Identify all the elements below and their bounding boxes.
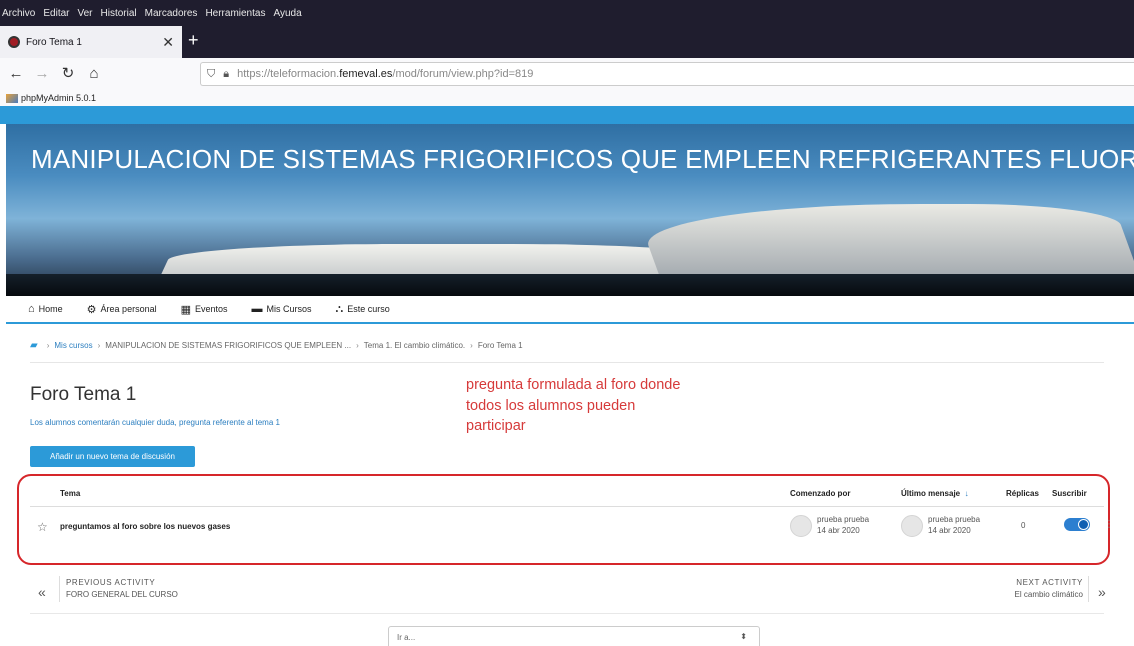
url-domain: femeval.es (339, 68, 393, 80)
jump-to-value: Ir a... (397, 633, 416, 642)
last-post-name[interactable]: prueba prueba (928, 515, 980, 524)
header-topic[interactable]: Tema (60, 489, 80, 498)
nav-este-curso-label: Este curso (347, 304, 390, 314)
next-activity-label[interactable]: NEXT ACTIVITY (1016, 578, 1083, 587)
close-tab-icon[interactable]: ✕ (162, 34, 174, 51)
page-title: Foro Tema 1 (30, 384, 137, 405)
site-navigation: ⌂ Home ⚙ Área personal ▦ Eventos ▬ Mis C… (6, 296, 1134, 324)
next-arrow-icon[interactable]: » (1098, 584, 1106, 600)
menu-ver[interactable]: Ver (77, 8, 92, 19)
star-icon[interactable]: ☆ (37, 520, 48, 534)
home-icon: ⌂ (28, 303, 35, 315)
forum-description: Los alumnos comentarán cualquier duda, p… (30, 418, 280, 427)
menu-marcadores[interactable]: Marcadores (145, 8, 198, 19)
forward-icon[interactable]: → (32, 64, 52, 84)
more-actions-icon[interactable]: ⋮ (1104, 519, 1114, 530)
header-subscribe: Suscribir (1052, 489, 1087, 498)
divider (30, 362, 1104, 363)
dashboard-icon: ⚙ (86, 303, 97, 316)
previous-arrow-icon[interactable]: « (38, 584, 46, 600)
folder-icon[interactable]: ▰ (30, 340, 38, 351)
header-last-post[interactable]: Último mensaje ↓ (901, 489, 969, 498)
url-prefix: https://teleformacion. (237, 68, 340, 80)
sort-down-icon: ↓ (962, 489, 969, 498)
menu-archivo[interactable]: Archivo (2, 8, 35, 19)
next-activity-link[interactable]: El cambio climático (1015, 590, 1083, 599)
nav-area-personal-label: Área personal (100, 304, 157, 314)
divider (30, 613, 1104, 614)
nav-home-label: Home (38, 304, 63, 314)
reload-icon[interactable]: ↻ (58, 64, 78, 84)
divider (59, 576, 60, 602)
table-header-divider (30, 506, 1104, 507)
bookmarks-bar: phpMyAdmin 5.0.1 (0, 90, 1134, 106)
shield-icon[interactable]: ⛉ (207, 68, 215, 81)
divider (1088, 576, 1089, 602)
add-discussion-button[interactable]: Añadir un nuevo tema de discusión (30, 446, 195, 467)
breadcrumb-mis-cursos[interactable]: Mis cursos (54, 341, 92, 350)
breadcrumb-tema-1[interactable]: Tema 1. El cambio climático. (364, 341, 465, 350)
tab-bar: Foro Tema 1 ✕ + (0, 26, 1134, 58)
breadcrumb-separator: › (46, 341, 50, 350)
nav-home[interactable]: ⌂ Home (28, 303, 63, 315)
started-by-name[interactable]: prueba prueba (817, 515, 869, 524)
header-last-post-label: Último mensaje (901, 489, 961, 498)
breadcrumb: ▰ › Mis cursos › MANIPULACION DE SISTEMA… (30, 340, 523, 351)
favicon-icon (8, 36, 20, 48)
header-replies[interactable]: Réplicas (1006, 489, 1039, 498)
breadcrumb-separator: › (356, 341, 359, 350)
menu-historial[interactable]: Historial (101, 8, 137, 19)
navigation-toolbar: ← → ↻ ⌂ ⛉ 🔒︎ https://teleformacion. femev… (0, 58, 1134, 90)
previous-activity-link[interactable]: FORO GENERAL DEL CURSO (66, 590, 178, 599)
calendar-icon: ▦ (180, 303, 191, 316)
nav-mis-cursos[interactable]: ▬ Mis Cursos (252, 303, 312, 315)
banner-top-strip (0, 106, 1134, 124)
breadcrumb-foro-tema-1[interactable]: Foro Tema 1 (478, 341, 523, 350)
phpmyadmin-icon (6, 93, 18, 103)
discussion-topic-link[interactable]: preguntamos al foro sobre los nuevos gas… (60, 522, 230, 531)
course-banner: MANIPULACION DE SISTEMAS FRIGORIFICOS QU… (6, 124, 1134, 296)
nav-eventos[interactable]: ▦ Eventos (181, 303, 228, 316)
url-bar[interactable]: ⛉ 🔒︎ https://teleformacion. femeval.es/mo… (200, 62, 1134, 86)
sitemap-icon: ⛬ (335, 302, 344, 315)
back-icon[interactable]: ← (6, 64, 26, 84)
browser-menu-bar: Archivo Editar Ver Historial Marcadores … (0, 0, 1134, 26)
nav-area-personal[interactable]: ⚙ Área personal (87, 303, 157, 316)
book-image-right (633, 204, 1134, 274)
course-title: MANIPULACION DE SISTEMAS FRIGORIFICOS QU… (31, 144, 1134, 174)
breadcrumb-course[interactable]: MANIPULACION DE SISTEMAS FRIGORIFICOS QU… (105, 341, 351, 350)
menu-herramientas[interactable]: Herramientas (205, 8, 265, 19)
briefcase-icon: ▬ (251, 303, 263, 315)
home-browser-icon[interactable]: ⌂ (84, 64, 104, 84)
bookmark-phpmyadmin[interactable]: phpMyAdmin 5.0.1 (21, 93, 96, 103)
book-image-base (6, 274, 1134, 296)
tab-foro-tema-1[interactable]: Foro Tema 1 ✕ (0, 26, 182, 58)
breadcrumb-separator: › (470, 341, 473, 350)
avatar (901, 515, 923, 537)
menu-ayuda[interactable]: Ayuda (273, 8, 301, 19)
started-by-date: 14 abr 2020 (817, 526, 860, 535)
toggle-knob (1078, 519, 1089, 530)
avatar (790, 515, 812, 537)
header-started-by[interactable]: Comenzado por (790, 489, 850, 498)
nav-eventos-label: Eventos (195, 304, 228, 314)
lock-icon[interactable]: 🔒︎ (223, 68, 229, 81)
select-caret-icon: ⬍ (740, 632, 747, 641)
annotation-text: pregunta formulada al foro donde todos l… (466, 377, 681, 434)
jump-to-select[interactable]: Ir a... ⬍ (388, 626, 760, 646)
previous-activity-label[interactable]: PREVIOUS ACTIVITY (66, 578, 155, 587)
nav-este-curso[interactable]: ⛬ Este curso (336, 303, 390, 316)
tab-title: Foro Tema 1 (26, 36, 82, 48)
replies-count[interactable]: 0 (1021, 521, 1025, 530)
last-post-date[interactable]: 14 abr 2020 (928, 526, 971, 535)
url-path: /mod/forum/view.php?id=819 (392, 68, 534, 80)
breadcrumb-separator: › (97, 341, 101, 350)
nav-mis-cursos-label: Mis Cursos (266, 304, 312, 314)
new-tab-icon[interactable]: + (188, 30, 199, 51)
subscribe-toggle[interactable] (1064, 518, 1090, 531)
menu-editar[interactable]: Editar (43, 8, 69, 19)
